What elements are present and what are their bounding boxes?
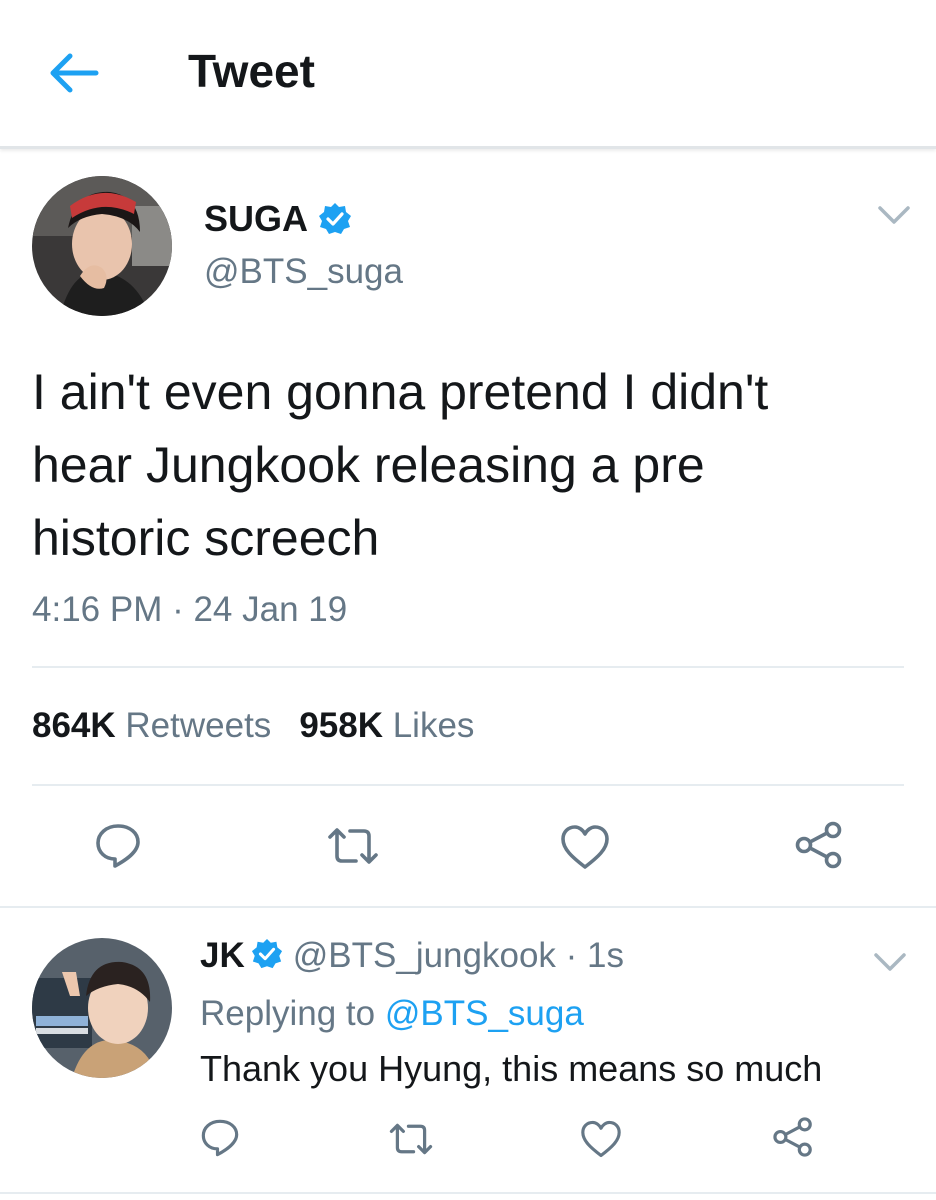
chevron-down-icon[interactable] (876, 203, 912, 227)
engagement-stats: 864K Retweets 958K Likes (32, 706, 474, 746)
divider (0, 1192, 936, 1194)
timestamp[interactable]: 4:16 PM · 24 Jan 19 (32, 590, 347, 630)
tweet-text: I ain't even gonna pretend I didn't hear… (32, 364, 769, 566)
likes-label: Likes (392, 706, 475, 745)
like-button[interactable] (580, 1120, 622, 1158)
retweet-button[interactable] (388, 1122, 434, 1156)
likes-stat[interactable]: 958K Likes (299, 706, 474, 745)
replying-to: Replying to @BTS_suga (200, 994, 584, 1034)
retweets-label: Retweets (125, 706, 272, 745)
like-button[interactable] (560, 824, 610, 870)
handle[interactable]: @BTS_suga (204, 252, 403, 292)
mention-link[interactable]: @BTS_suga (385, 994, 584, 1033)
top-app-bar: Tweet (0, 0, 936, 149)
chevron-down-icon[interactable] (872, 950, 908, 974)
avatar[interactable] (32, 176, 172, 316)
share-icon (795, 821, 842, 869)
verified-badge-icon (319, 203, 351, 234)
display-name[interactable]: JK (200, 936, 245, 975)
back-button[interactable] (46, 50, 100, 96)
avatar[interactable] (32, 938, 172, 1078)
reply-button[interactable] (200, 1118, 240, 1158)
reply-text: Thank you Hyung, this means so much (200, 1048, 823, 1089)
retweet-button[interactable] (326, 826, 380, 866)
divider (32, 784, 904, 786)
share-button[interactable] (772, 1116, 814, 1158)
share-button[interactable] (794, 820, 844, 870)
verified-badge-icon (251, 938, 282, 969)
divider (0, 906, 936, 908)
page-title: Tweet (188, 45, 315, 97)
share-icon (773, 1117, 812, 1157)
divider (32, 666, 904, 668)
retweet-icon (328, 828, 378, 864)
heart-icon (561, 825, 609, 869)
retweet-icon (389, 1123, 433, 1155)
relative-time[interactable]: · 1s (566, 936, 624, 975)
replying-prefix: Replying to (200, 994, 376, 1033)
reply-button[interactable] (94, 822, 142, 870)
handle[interactable]: @BTS_jungkook (293, 936, 556, 975)
likes-count: 958K (299, 706, 383, 745)
display-name[interactable]: SUGA (204, 198, 308, 240)
reply-icon (96, 824, 140, 868)
arrow-left-icon (50, 53, 99, 93)
retweets-count: 864K (32, 706, 116, 745)
retweets-stat[interactable]: 864K Retweets (32, 706, 271, 745)
reply-header: JK @BTS_jungkook · 1s (200, 936, 624, 976)
heart-icon (581, 1120, 621, 1158)
reply-icon (201, 1119, 239, 1157)
